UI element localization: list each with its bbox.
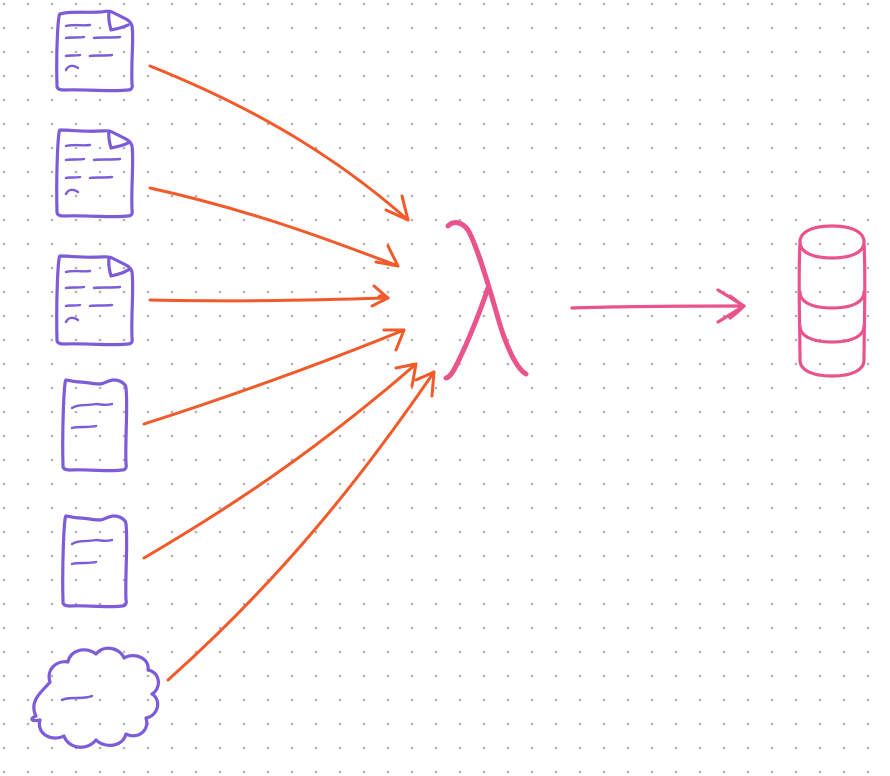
diagram-svg: λ bbox=[0, 0, 890, 776]
diagram-canvas: λ bbox=[0, 0, 890, 776]
dot-grid-background bbox=[0, 0, 890, 776]
